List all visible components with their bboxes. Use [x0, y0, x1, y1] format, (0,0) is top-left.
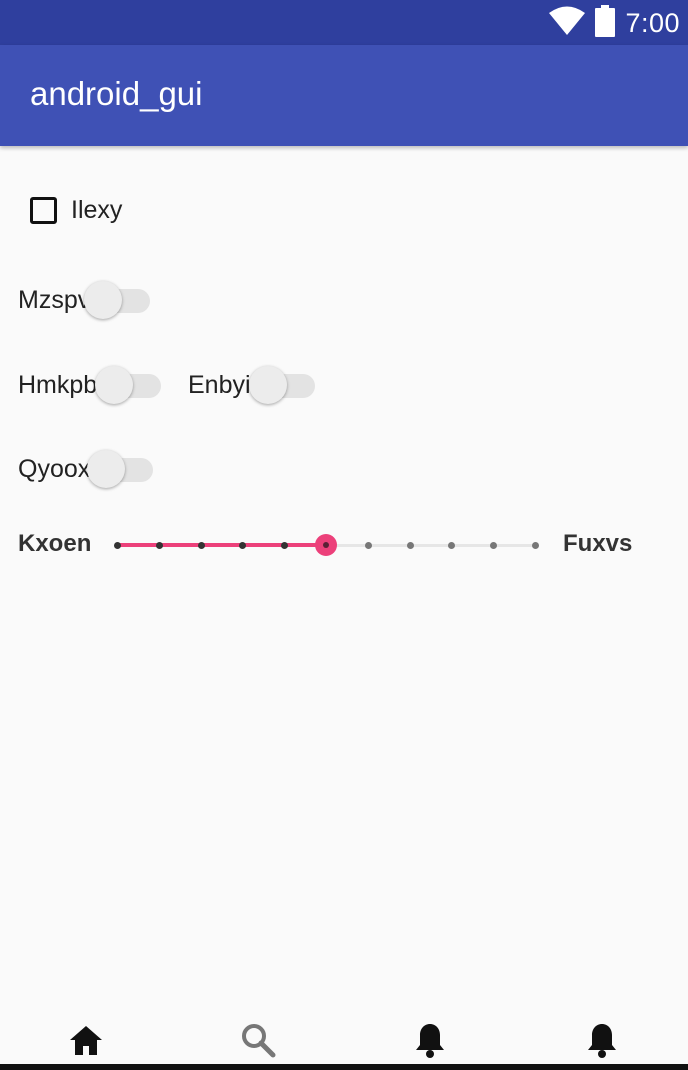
- slider-right-label: Fuxvs: [563, 530, 633, 557]
- slider-tick: [114, 542, 121, 549]
- switch-label-hmkpb: Hmkpb: [18, 370, 98, 399]
- slider-tick: [364, 542, 372, 549]
- slider-tick: [281, 542, 289, 549]
- slider-thumb-dot: [323, 542, 329, 548]
- checkbox-label: Ilexy: [71, 195, 123, 224]
- slider-row: Kxoen Fuxvs: [18, 527, 678, 563]
- slider-tick: [155, 542, 163, 549]
- slider-tick: [197, 542, 205, 549]
- battery-icon: [595, 4, 616, 42]
- checkbox-box[interactable]: [30, 196, 57, 224]
- slider-tick: [239, 542, 247, 549]
- slider-left-label: Kxoen: [18, 530, 92, 557]
- search-icon: [240, 1022, 276, 1063]
- bell-icon: [586, 1022, 618, 1063]
- bottom-navigation: [0, 1020, 688, 1064]
- slider-tick: [490, 542, 498, 549]
- slider-tick: [532, 542, 539, 549]
- nav-search[interactable]: [228, 1020, 288, 1064]
- nav-notifications[interactable]: [400, 1020, 460, 1064]
- status-icons: 7:00: [549, 4, 680, 42]
- switch-thumb[interactable]: [87, 450, 126, 488]
- switch-label-qyoox: Qyoox: [18, 454, 91, 483]
- app-bar: android_gui: [0, 45, 688, 146]
- switch-thumb[interactable]: [248, 366, 287, 404]
- slider-track-fill: [117, 543, 326, 547]
- bell-icon: [414, 1022, 446, 1063]
- discrete-slider[interactable]: [114, 527, 539, 563]
- switch-row-hmkpb: Hmkpb: [18, 365, 162, 405]
- switch-row-mzspv: Mzspv: [18, 280, 151, 320]
- slider-tick: [448, 542, 456, 549]
- nav-alerts[interactable]: [572, 1020, 632, 1064]
- bottom-edge: [0, 1064, 688, 1070]
- switch-thumb[interactable]: [95, 366, 134, 404]
- app-title: android_gui: [30, 75, 203, 112]
- status-time: 7:00: [625, 7, 680, 38]
- wifi-icon: [549, 6, 586, 41]
- switch-qyoox[interactable]: [87, 449, 154, 489]
- status-bar: 7:00: [0, 0, 688, 45]
- switch-hmkpb[interactable]: [95, 365, 162, 405]
- switch-row-qyoox: Qyoox: [18, 449, 154, 489]
- checkbox-ilexy[interactable]: Ilexy: [30, 193, 122, 227]
- switch-thumb[interactable]: [84, 281, 123, 319]
- switch-row-enbyi: Enbyi: [188, 365, 315, 405]
- slider-tick: [406, 542, 414, 549]
- home-icon: [68, 1024, 104, 1061]
- switch-label-mzspv: Mzspv: [18, 285, 91, 314]
- nav-home[interactable]: [56, 1020, 116, 1064]
- slider-thumb[interactable]: [315, 534, 337, 556]
- switch-enbyi[interactable]: [248, 365, 315, 405]
- switch-mzspv[interactable]: [84, 280, 151, 320]
- switch-label-enbyi: Enbyi: [188, 370, 251, 399]
